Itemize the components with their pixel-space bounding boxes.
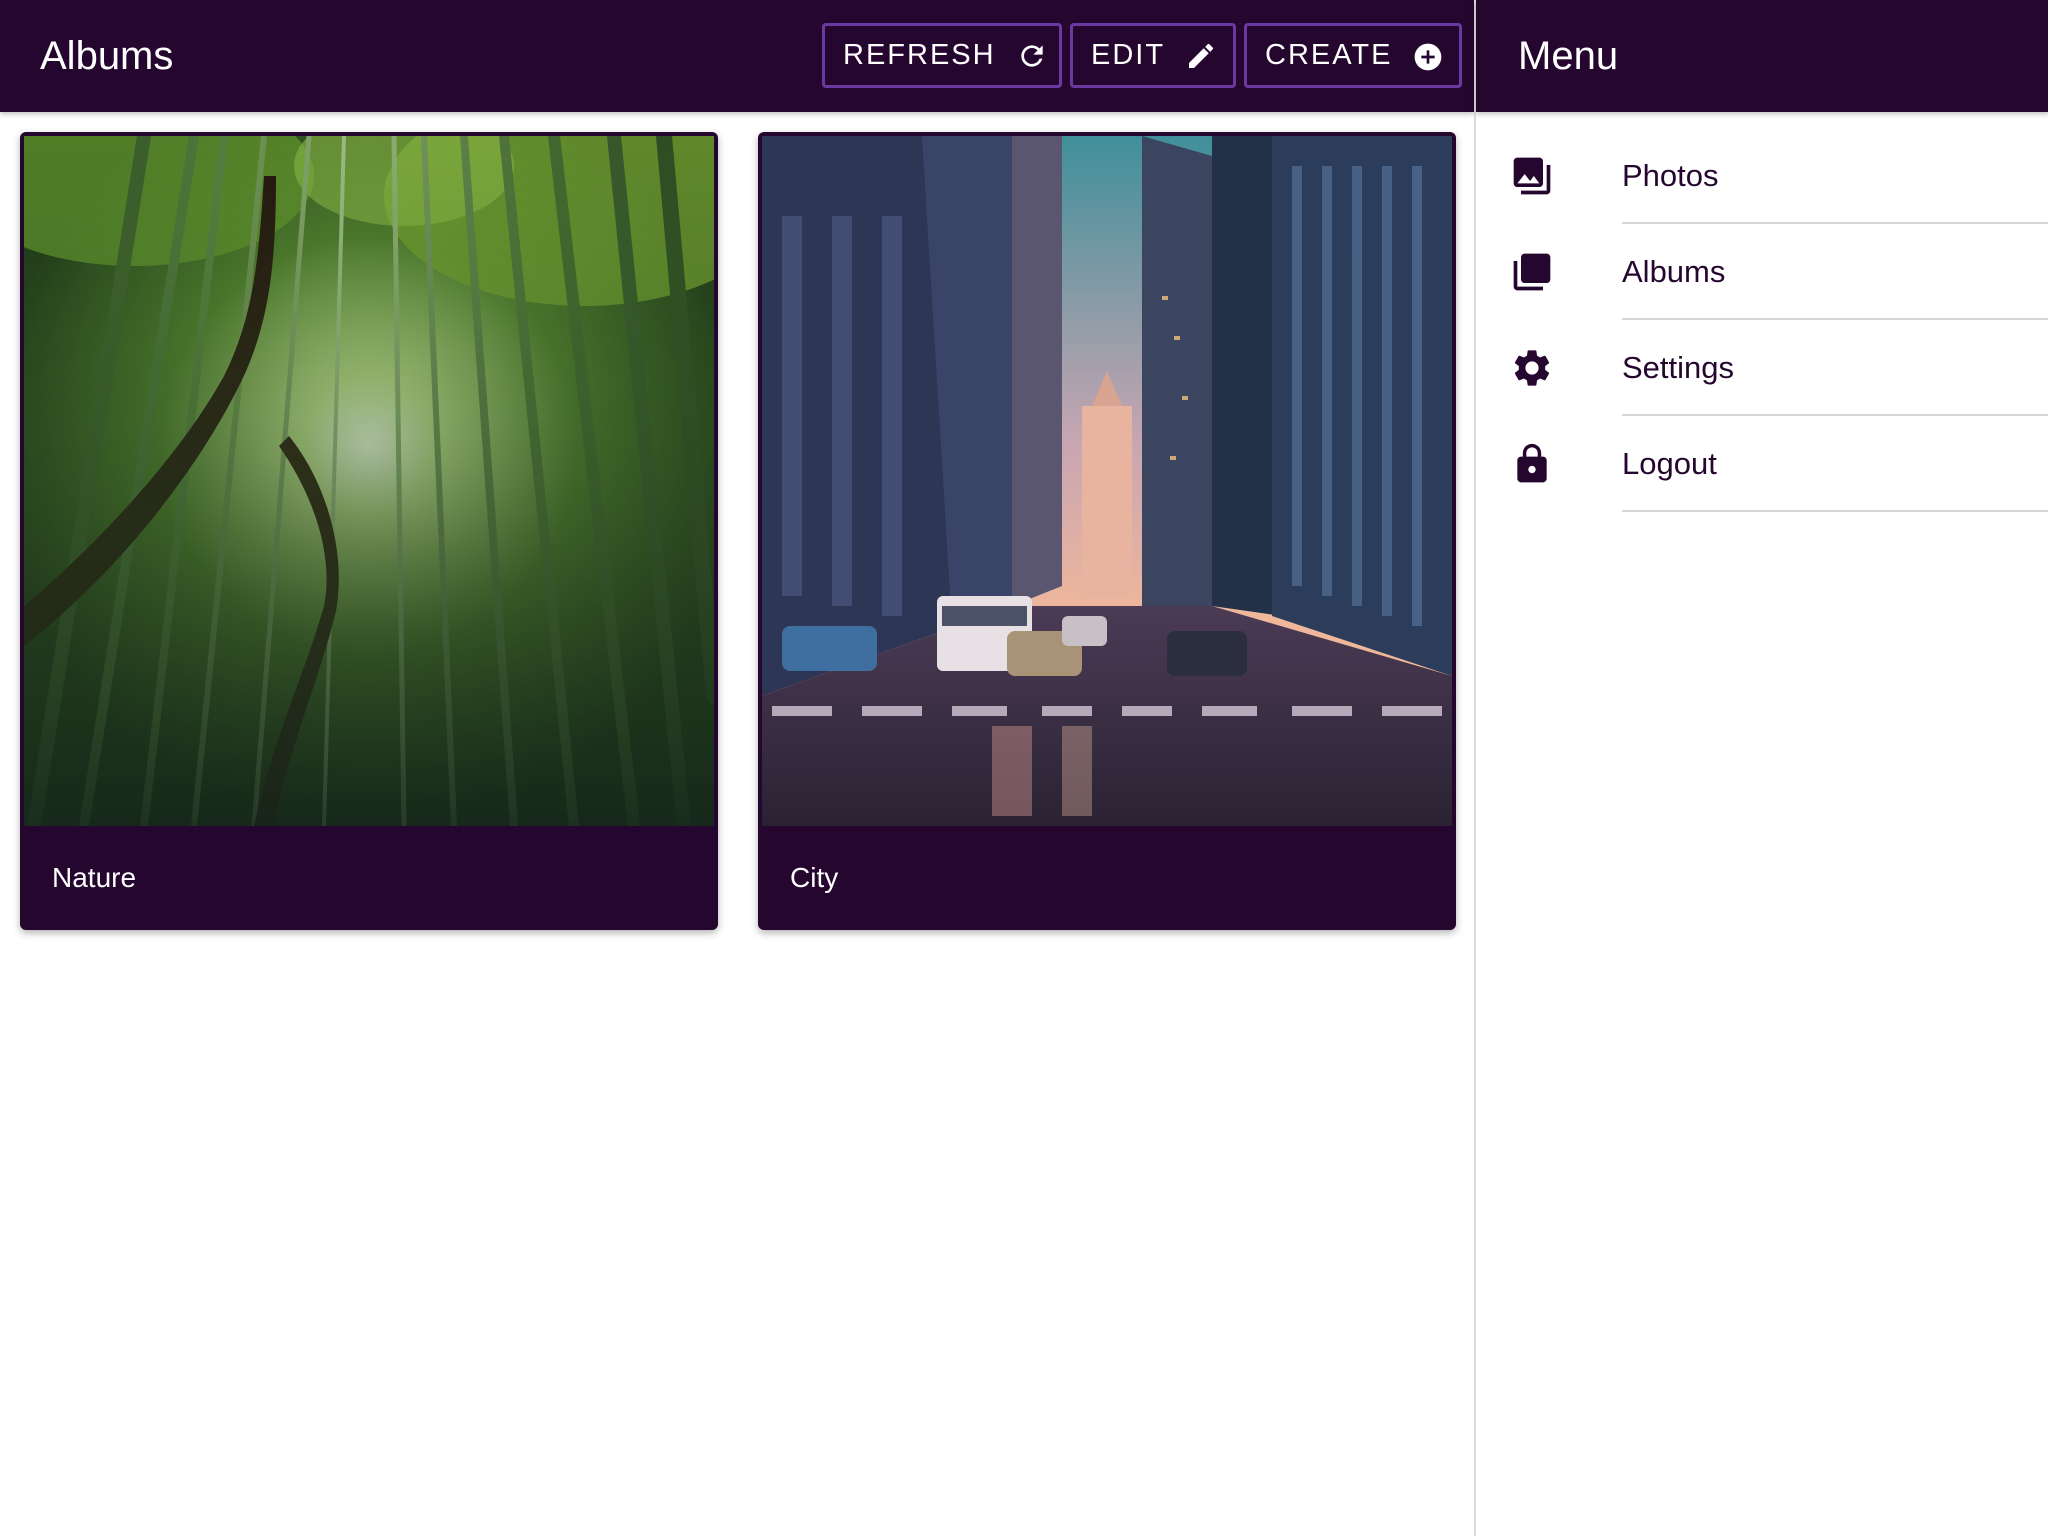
- menu-item-label: Photos: [1622, 158, 1719, 193]
- menu-item-label: Albums: [1622, 254, 1726, 289]
- add-circle-icon: [1412, 40, 1444, 72]
- albums-page: Albums REFRESH EDIT CREATE Nature City: [0, 0, 1474, 1536]
- bamboo-forest-photo: [24, 136, 714, 826]
- edit-button-label: EDIT: [1091, 39, 1166, 71]
- edit-button[interactable]: EDIT: [1070, 23, 1236, 88]
- lock-icon: [1510, 442, 1554, 486]
- menu-item-photos[interactable]: Photos: [1476, 128, 2048, 224]
- create-button[interactable]: CREATE: [1244, 23, 1462, 88]
- album-card-nature[interactable]: Nature: [20, 132, 718, 930]
- album-title: City: [790, 862, 839, 893]
- menu-item-label: Settings: [1622, 350, 1735, 385]
- create-button-label: CREATE: [1265, 39, 1393, 71]
- album-card-city[interactable]: City: [758, 132, 1456, 930]
- gear-icon: [1510, 346, 1554, 390]
- side-menu: Menu Photos Albums Settings Logout: [1474, 0, 2048, 1536]
- menu-header: Menu: [1476, 0, 2048, 112]
- menu-title: Menu: [1518, 34, 1619, 78]
- menu-item-albums[interactable]: Albums: [1476, 224, 2048, 320]
- menu-item-label: Logout: [1622, 446, 1717, 481]
- album-title: Nature: [52, 862, 137, 893]
- photo-library-icon: [1510, 154, 1554, 198]
- page-title: Albums: [40, 34, 174, 78]
- menu-item-logout[interactable]: Logout: [1476, 416, 2048, 512]
- pencil-icon: [1185, 40, 1217, 72]
- menu-divider: [1622, 510, 2048, 512]
- top-app-bar: Albums REFRESH EDIT CREATE: [0, 0, 1474, 112]
- menu-item-settings[interactable]: Settings: [1476, 320, 2048, 416]
- albums-icon: [1510, 250, 1554, 294]
- refresh-button[interactable]: REFRESH: [822, 23, 1062, 88]
- refresh-button-label: REFRESH: [843, 39, 996, 71]
- city-street-photo: [762, 136, 1452, 826]
- refresh-icon: [1016, 40, 1048, 72]
